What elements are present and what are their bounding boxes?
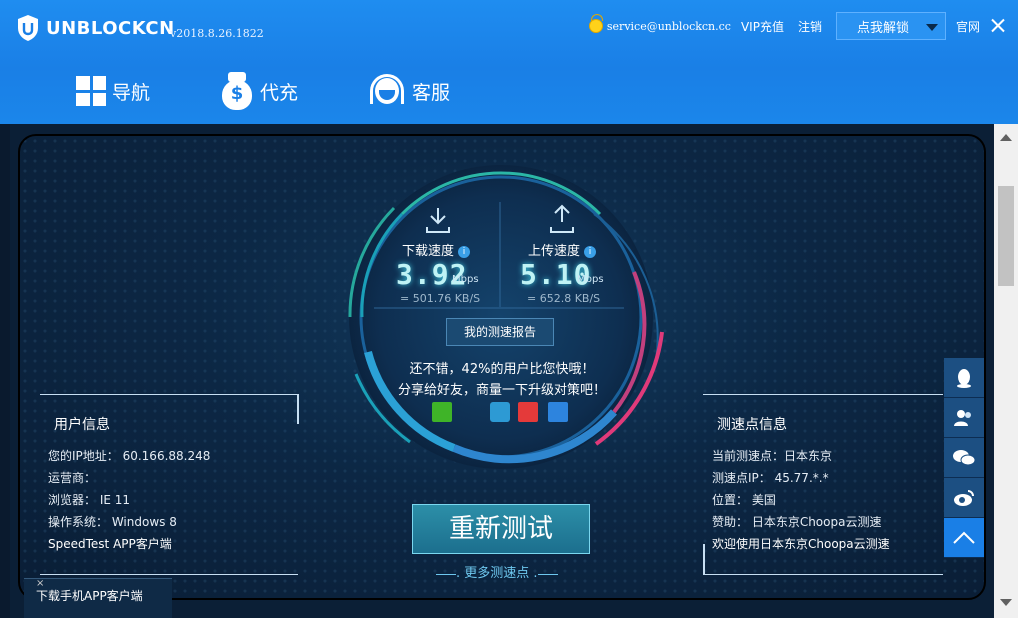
main-nav: 导航 $ 代充 客服 [76, 72, 520, 110]
upload-speed-kbs: = 652.8 KB/S [527, 292, 601, 305]
info-icon[interactable]: i [458, 246, 471, 258]
nav-item-label: 代充 [260, 81, 299, 104]
server-sponsor: 赞助： 日本东京Choopa云测速 [712, 515, 882, 529]
more-servers-link[interactable]: . 更多测速点 . [436, 562, 558, 581]
speedtest-app-link[interactable]: SpeedTest APP客户端 [48, 535, 172, 552]
unlock-button-label: 点我解锁 [856, 20, 909, 36]
grid-icon [76, 76, 106, 106]
user-isp: 运营商： [48, 471, 97, 485]
nav-item-label: 客服 [412, 81, 451, 104]
scrollbar-thumb[interactable] [998, 186, 1014, 286]
server-location: 位置： 美国 [712, 493, 776, 507]
weibo-share-icon[interactable] [518, 402, 538, 422]
scroll-up-arrow-icon[interactable] [1000, 134, 1012, 141]
close-icon[interactable]: × [36, 578, 168, 589]
user-os: 操作系统： Windows 8 [48, 515, 177, 529]
add-share-icon[interactable] [548, 402, 568, 422]
group-icon[interactable] [944, 398, 984, 438]
floating-side-buttons [944, 358, 984, 558]
back-to-top-button[interactable] [944, 518, 984, 558]
user-ip: 您的IP地址： 60.166.88.248 [48, 449, 211, 463]
user-browser: 浏览器： IE 11 [48, 493, 131, 507]
user-lock-icon [588, 14, 603, 33]
shield-logo-icon [18, 15, 38, 41]
user-info-title: 用户信息 [54, 417, 110, 433]
user-info-frame-bottom [40, 574, 298, 575]
retest-button[interactable]: 重新测试 [412, 504, 590, 554]
nav-item-label: 导航 [112, 81, 151, 104]
upload-speed-label: 上传速度 i [528, 240, 597, 259]
nav-item-recharge[interactable]: $ 代充 [220, 72, 298, 110]
nav-item-navigation[interactable]: 导航 [76, 72, 150, 110]
nav-item-support[interactable]: 客服 [368, 72, 450, 110]
website-link[interactable]: 官网 [956, 18, 980, 35]
qzone-share-icon[interactable] [490, 402, 510, 422]
app-version: v2018.8.26.1822 [170, 27, 264, 40]
server-info-frame-bottom [703, 574, 943, 575]
customer-service-icon [368, 72, 406, 110]
chevron-down-icon [925, 24, 938, 31]
title-bar: UNBLOCKCN v2018.8.26.1822 service@unbloc… [0, 0, 1018, 124]
upload-speed-unit: Mbps [577, 274, 604, 285]
qq-icon[interactable] [944, 358, 984, 398]
money-bag-icon: $ [220, 72, 254, 110]
info-icon[interactable]: i [584, 246, 597, 258]
close-icon[interactable] [988, 16, 1008, 36]
result-message: 还不错，42%的用户比您快哦！ [409, 362, 595, 377]
server-ip: 测速点IP： 45.77.*.* [712, 471, 829, 485]
server-info-frame-top [703, 394, 943, 395]
speed-gauge [348, 165, 664, 469]
download-app-label: 下载手机APP客户端 [36, 589, 143, 603]
server-info-frame-corner [703, 544, 705, 575]
account-email[interactable]: service@unblockcn.cc [607, 20, 731, 33]
wechat-share-icon[interactable] [432, 402, 452, 422]
user-info-frame-corner [297, 394, 299, 424]
chevron-up-icon [953, 531, 975, 544]
logout-link[interactable]: 注销 [798, 18, 822, 35]
user-info-frame-top [40, 394, 298, 395]
vertical-scrollbar[interactable] [994, 124, 1018, 618]
speed-report-button[interactable]: 我的测速报告 [446, 318, 554, 346]
server-info-title: 测速点信息 [717, 417, 787, 433]
download-speed-label: 下载速度 i [402, 240, 471, 259]
app-logo: UNBLOCKCN [16, 14, 175, 42]
server-node: 当前测速点：日本东京 [712, 449, 833, 463]
download-speed-kbs: = 501.76 KB/S [400, 292, 481, 305]
unlock-dropdown-button[interactable]: 点我解锁 [835, 12, 946, 40]
share-message: 分享给好友，商量一下升级对策吧！ [397, 383, 606, 398]
scroll-down-arrow-icon[interactable] [1000, 599, 1012, 606]
vip-recharge-link[interactable]: VIP充值 [741, 18, 784, 35]
server-welcome: 欢迎使用日本东京Choopa云测速 [712, 537, 890, 551]
download-speed-unit: Mbps [452, 274, 479, 285]
app-name: UNBLOCKCN [46, 17, 175, 39]
top-account-bar: service@unblockcn.cc VIP充值 注销 点我解锁 官网 [588, 12, 1018, 40]
weibo-icon[interactable] [944, 478, 984, 518]
download-app-banner[interactable]: 下载手机APP客户端 × [24, 578, 172, 618]
wechat-icon[interactable] [944, 438, 984, 478]
